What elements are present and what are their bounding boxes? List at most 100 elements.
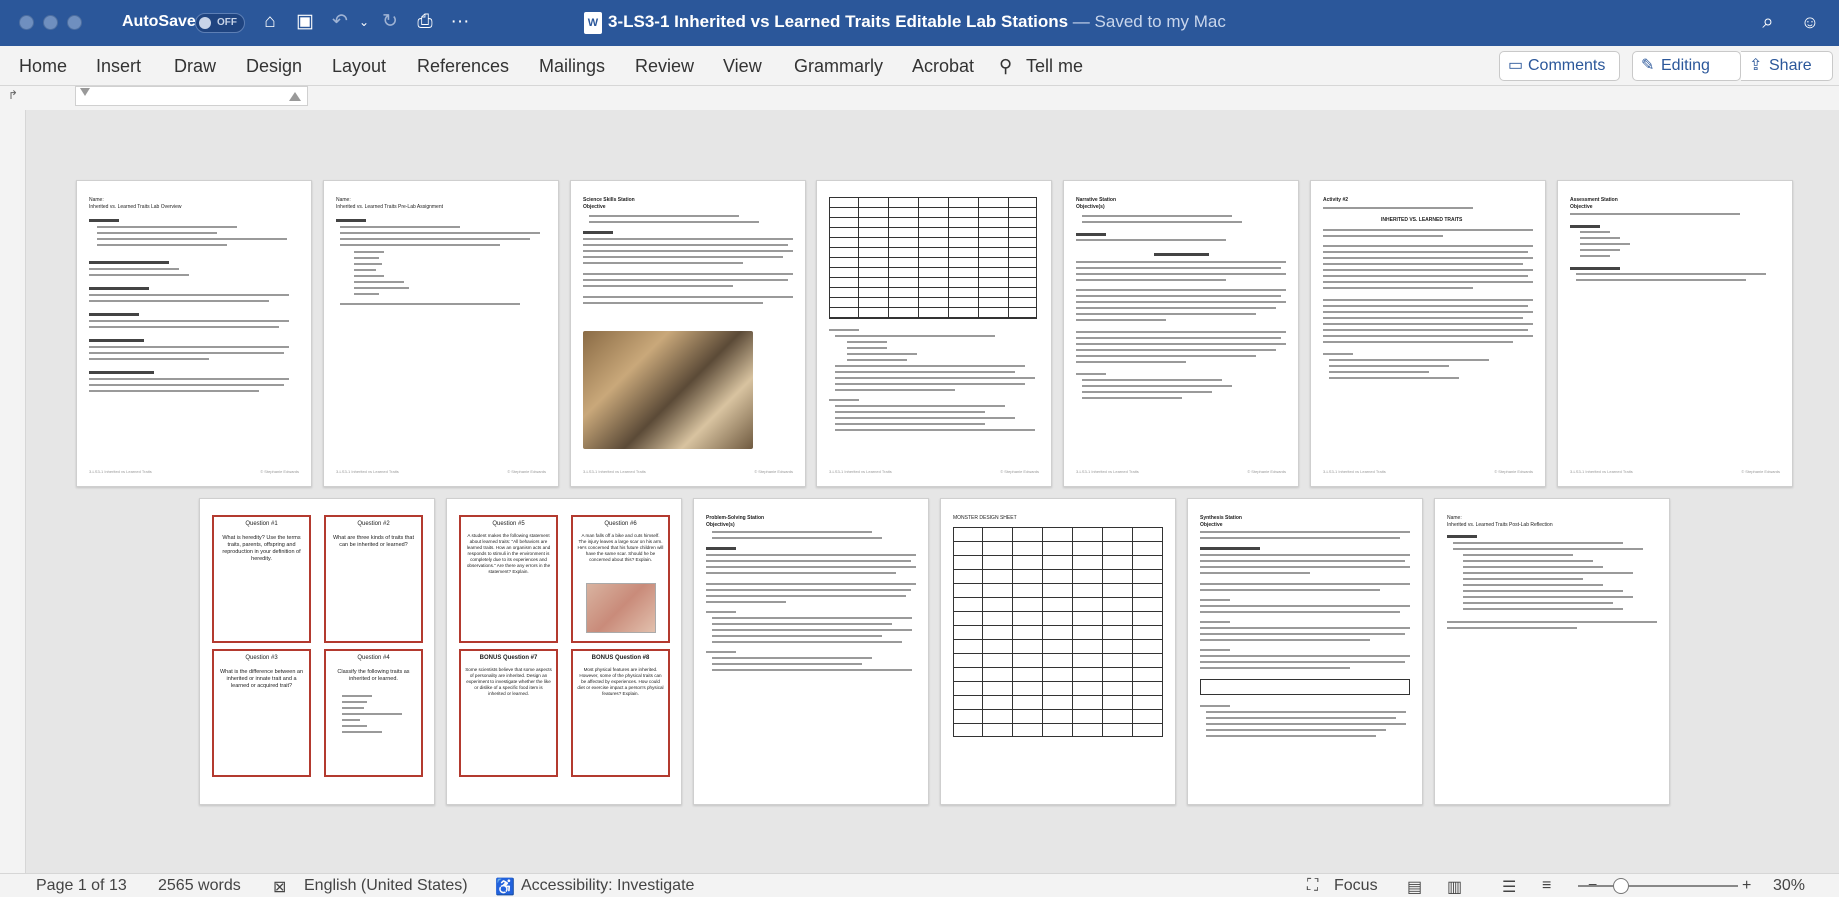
- page-subtitle: Objective: [1200, 522, 1223, 528]
- print-icon[interactable]: ⎙: [413, 10, 437, 34]
- page-thumbnail[interactable]: Activity #2 INHERITED VS. LEARNED TRAITS…: [1310, 180, 1546, 487]
- tab-stop-icon[interactable]: ↱: [8, 88, 18, 102]
- question-card: BONUS Question #8 Most physical features…: [571, 649, 670, 777]
- question-card: Question #1 What is heredity? Use the te…: [212, 515, 311, 643]
- page-subtitle: Inherited vs. Learned Traits Post-Lab Re…: [1447, 522, 1553, 528]
- tab-acrobat[interactable]: Acrobat: [912, 52, 974, 81]
- document-canvas[interactable]: Name: Inherited vs. Learned Traits Lab O…: [30, 110, 1839, 873]
- page-footer-left: 3-LS3-1 Inherited vs Learned Traits: [1323, 469, 1386, 474]
- page-subtitle: INHERITED VS. LEARNED TRAITS: [1381, 217, 1463, 223]
- share-label: Share: [1769, 57, 1812, 74]
- zoom-level[interactable]: 30%: [1773, 877, 1805, 895]
- page-heading: Name:: [89, 197, 104, 203]
- question-card: Question #3 What is the difference betwe…: [212, 649, 311, 777]
- page-thumbnail[interactable]: MONSTER DESIGN SHEET: [940, 498, 1176, 805]
- page-footer-left: 3-LS3-1 Inherited vs Learned Traits: [1570, 469, 1633, 474]
- page-thumbnail[interactable]: Narrative Station Objective(s) 3-LS3-1 I…: [1063, 180, 1299, 487]
- question-text: Most physical features are inherited. Ho…: [577, 667, 664, 696]
- tab-insert[interactable]: Insert: [96, 52, 141, 81]
- tab-review[interactable]: Review: [635, 52, 694, 81]
- page-thumbnail[interactable]: Problem-Solving Station Objective(s): [693, 498, 929, 805]
- document-name: 3-LS3-1 Inherited vs Learned Traits Edit…: [608, 12, 1069, 31]
- share-button[interactable]: ⇪ Share: [1741, 51, 1833, 81]
- question-title: BONUS Question #7: [479, 655, 538, 661]
- page-count[interactable]: Page 1 of 13: [36, 877, 127, 895]
- page-thumbnail[interactable]: Science Skills Station Objective 3-LS3-1…: [570, 180, 806, 487]
- zoom-in-icon[interactable]: +: [1742, 877, 1751, 895]
- comments-button[interactable]: ▭ Comments: [1499, 51, 1620, 81]
- undo-dropdown-icon[interactable]: ⌄: [352, 10, 376, 34]
- vertical-ruler: [0, 110, 26, 873]
- page-subtitle: Objective(s): [706, 522, 735, 528]
- print-layout-icon[interactable]: ▤: [1407, 877, 1422, 897]
- accessibility-status[interactable]: Accessibility: Investigate: [521, 877, 694, 895]
- tab-design[interactable]: Design: [246, 52, 302, 81]
- page-footer-right: © Stephanie Edwards: [1000, 469, 1039, 474]
- lightbulb-icon: ⚲: [999, 56, 1013, 76]
- page-thumbnail[interactable]: Assessment Station Objective 3-LS3-1 Inh…: [1557, 180, 1793, 487]
- autosave-state: OFF: [217, 17, 237, 28]
- zoom-slider[interactable]: [1578, 885, 1738, 887]
- redo-icon[interactable]: ↻: [378, 10, 402, 34]
- home-icon[interactable]: ⌂: [258, 10, 282, 34]
- more-icon[interactable]: ···: [448, 10, 472, 34]
- page-thumbnail[interactable]: Synthesis Station Objective: [1187, 498, 1423, 805]
- comments-label: Comments: [1528, 57, 1606, 74]
- tab-layout[interactable]: Layout: [332, 52, 386, 81]
- page-thumbnail[interactable]: Name: Inherited vs. Learned Traits Lab O…: [76, 180, 312, 487]
- tab-draw[interactable]: Draw: [174, 52, 216, 81]
- search-icon[interactable]: ⌕: [1756, 10, 1780, 34]
- question-text: Classify the following traits as inherit…: [337, 669, 410, 683]
- page-heading: Science Skills Station: [583, 197, 635, 203]
- question-text: What is the difference between an inheri…: [219, 669, 304, 690]
- outline-icon[interactable]: ☰: [1502, 877, 1516, 897]
- page-thumbnail[interactable]: 3-LS3-1 Inherited vs Learned Traits © St…: [816, 180, 1052, 487]
- autosave-toggle[interactable]: OFF: [195, 13, 245, 33]
- document-title: 3-LS3-1 Inherited vs Learned Traits Edit…: [608, 12, 1226, 32]
- ruler-scale[interactable]: [75, 86, 308, 106]
- page-thumbnail[interactable]: Name: Inherited vs. Learned Traits Post-…: [1434, 498, 1670, 805]
- accessibility-icon: ♿: [495, 879, 515, 896]
- page-heading: Synthesis Station: [1200, 515, 1242, 521]
- pencil-icon: ✎: [1641, 57, 1655, 74]
- tab-home[interactable]: Home: [19, 52, 67, 81]
- proofing-icon[interactable]: ⊠: [273, 877, 286, 897]
- page-thumbnail[interactable]: Question #1 What is heredity? Use the te…: [199, 498, 435, 805]
- question-title: Question #1: [245, 521, 278, 527]
- question-text: A man falls off a bike and cuts himself.…: [577, 533, 664, 562]
- right-indent-marker[interactable]: [289, 92, 301, 101]
- scar-photo: [586, 583, 656, 633]
- page-footer-right: © Stephanie Edwards: [507, 469, 546, 474]
- question-title: Question #3: [245, 655, 278, 661]
- focus-icon: ⛶: [1307, 877, 1319, 894]
- autosave-label: AutoSave: [122, 13, 196, 30]
- close-window-button[interactable]: [19, 15, 34, 30]
- page-heading: Name:: [1447, 515, 1462, 521]
- page-subtitle: Objective: [1570, 204, 1593, 210]
- minimize-window-button[interactable]: [43, 15, 58, 30]
- draft-icon[interactable]: ≡: [1542, 877, 1551, 895]
- indent-marker[interactable]: [80, 88, 90, 106]
- tell-me-search[interactable]: Tell me: [1026, 52, 1083, 81]
- tab-grammarly[interactable]: Grammarly: [794, 52, 883, 81]
- zoom-window-button[interactable]: [67, 15, 82, 30]
- web-layout-icon[interactable]: ▥: [1447, 877, 1462, 897]
- account-icon[interactable]: ☺: [1798, 10, 1822, 34]
- question-card: Question #5 A student makes the followin…: [459, 515, 558, 643]
- editing-button[interactable]: ✎ Editing: [1632, 51, 1741, 81]
- undo-icon[interactable]: ↶: [328, 10, 352, 34]
- word-count[interactable]: 2565 words: [158, 877, 241, 895]
- language[interactable]: English (United States): [304, 877, 468, 895]
- focus-button[interactable]: Focus: [1334, 877, 1378, 895]
- page-footer-right: © Stephanie Edwards: [1494, 469, 1533, 474]
- page-thumbnail[interactable]: Question #5 A student makes the followin…: [446, 498, 682, 805]
- tab-references[interactable]: References: [417, 52, 509, 81]
- question-card: BONUS Question #7 Some scientists believ…: [459, 649, 558, 777]
- tab-mailings[interactable]: Mailings: [539, 52, 605, 81]
- zoom-slider-thumb[interactable]: [1613, 878, 1629, 894]
- tab-view[interactable]: View: [723, 52, 762, 81]
- page-thumbnail[interactable]: Name: Inherited vs. Learned Traits Pre-L…: [323, 180, 559, 487]
- page-footer-right: © Stephanie Edwards: [260, 469, 299, 474]
- question-card: Question #6 A man falls off a bike and c…: [571, 515, 670, 643]
- save-icon[interactable]: ▣: [293, 10, 317, 34]
